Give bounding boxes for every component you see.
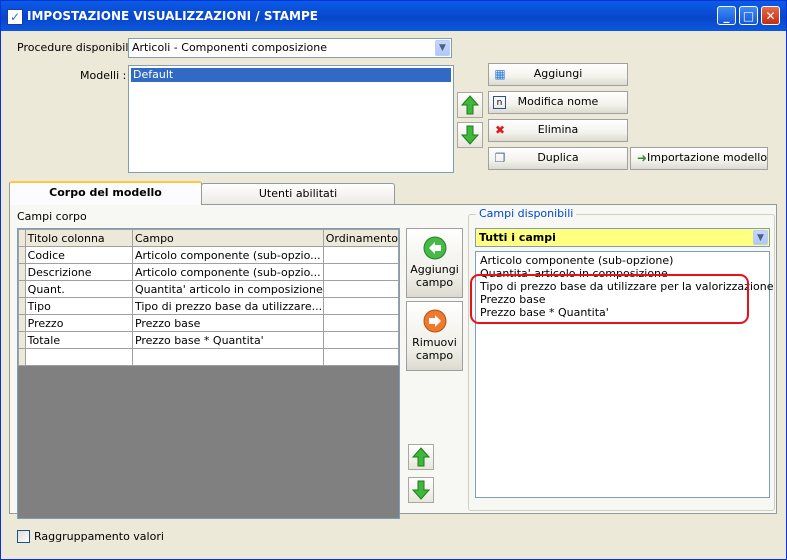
duplica-label: Duplica: [537, 151, 579, 164]
table-header-row: Titolo colonna Campo Ordinamento: [18, 229, 399, 247]
table-row[interactable]: Totale Prezzo base * Quantita': [18, 331, 399, 349]
campi-filter-value: Tutti i campi: [479, 231, 556, 244]
add-document-icon: ▦: [494, 67, 506, 81]
list-item[interactable]: Articolo componente (sub-opzione): [480, 254, 673, 267]
modelli-item-default[interactable]: Default: [131, 68, 451, 82]
row-selector[interactable]: [18, 331, 26, 349]
table-cell[interactable]: [24, 348, 133, 366]
table-cell[interactable]: [322, 314, 399, 332]
table-row-new[interactable]: [18, 348, 399, 366]
table-cell[interactable]: [322, 297, 399, 315]
campi-corpo-grid[interactable]: Titolo colonna Campo Ordinamento Codice …: [17, 228, 400, 519]
modelli-list[interactable]: Default: [128, 65, 454, 173]
column-header[interactable]: Campo: [131, 229, 324, 247]
raggruppamento-checkbox[interactable]: [17, 530, 30, 543]
rimuovi-campo-label-2: campo: [415, 349, 454, 362]
rimuovi-campo-label-1: Rimuovi: [412, 336, 457, 349]
table-cell[interactable]: [322, 348, 399, 366]
elimina-button[interactable]: ✖ Elimina: [488, 119, 628, 142]
import-icon: ➜: [636, 151, 648, 165]
table-cell[interactable]: Quant.: [24, 280, 133, 298]
arrow-up-icon: [461, 95, 479, 115]
table-cell[interactable]: Articolo componente (sub-opzio...: [131, 246, 324, 264]
red-highlight-annotation: [470, 274, 749, 324]
arrow-right-icon: [423, 309, 446, 333]
table-cell[interactable]: Tipo: [24, 297, 133, 315]
campi-corpo-table: Titolo colonna Campo Ordinamento Codice …: [18, 229, 399, 366]
elimina-label: Elimina: [537, 123, 579, 136]
move-field-down-button[interactable]: [408, 477, 434, 503]
table-cell[interactable]: Descrizione: [24, 263, 133, 281]
column-header[interactable]: Ordinamento: [322, 229, 399, 247]
table-cell[interactable]: [322, 263, 399, 281]
table-cell[interactable]: Totale: [24, 331, 133, 349]
importazione-modello-label: Importazione modello: [647, 151, 768, 164]
table-cell[interactable]: Quantita' articolo in composizione: [131, 280, 324, 298]
importazione-modello-button[interactable]: ➜ Importazione modello: [630, 147, 768, 170]
row-selector: [18, 229, 26, 247]
table-cell[interactable]: Articolo componente (sub-opzio...: [131, 263, 324, 281]
checkbox-app-icon: ✓: [7, 9, 23, 25]
column-header[interactable]: Titolo colonna: [24, 229, 133, 247]
arrow-left-icon: [423, 236, 446, 260]
rename-icon: n: [493, 96, 506, 109]
table-row[interactable]: Codice Articolo componente (sub-opzio...: [18, 246, 399, 264]
tab-corpo-del-modello[interactable]: Corpo del modello: [9, 181, 202, 205]
table-cell[interactable]: [322, 280, 399, 298]
procedure-select[interactable]: Articoli - Componenti composizione ▼: [128, 38, 452, 58]
title-bar: ✓ IMPOSTAZIONE VISUALIZZAZIONI / STAMPE …: [1, 1, 786, 31]
table-cell[interactable]: [322, 246, 399, 264]
row-selector[interactable]: [18, 280, 26, 298]
table-cell[interactable]: Tipo di prezzo base da utilizzare...: [131, 297, 324, 315]
modifica-nome-label: Modifica nome: [517, 95, 599, 108]
copy-icon: ❐: [494, 151, 506, 165]
aggiungi-label: Aggiungi: [533, 67, 583, 80]
maximize-button[interactable]: □: [739, 6, 758, 25]
table-cell[interactable]: Prezzo: [24, 314, 133, 332]
table-cell[interactable]: [322, 331, 399, 349]
main-window: ✓ IMPOSTAZIONE VISUALIZZAZIONI / STAMPE …: [0, 0, 787, 560]
move-field-up-button[interactable]: [408, 444, 434, 470]
campi-disponibili-label: Campi disponibili: [476, 207, 577, 220]
move-model-up-button[interactable]: [457, 92, 483, 118]
duplica-button[interactable]: ❐ Duplica: [488, 147, 628, 170]
chevron-down-icon[interactable]: ▼: [753, 230, 768, 245]
move-model-down-button[interactable]: [457, 122, 483, 148]
row-selector[interactable]: [18, 263, 26, 281]
raggruppamento-label: Raggruppamento valori: [34, 530, 164, 543]
procedure-label: Procedure disponibili :: [17, 41, 139, 54]
table-row[interactable]: Quant. Quantita' articolo in composizion…: [18, 280, 399, 298]
delete-icon: ✖: [494, 123, 506, 137]
row-selector[interactable]: [18, 348, 26, 366]
row-selector[interactable]: [18, 314, 26, 332]
window-title: IMPOSTAZIONE VISUALIZZAZIONI / STAMPE: [27, 9, 318, 23]
row-selector[interactable]: [18, 246, 26, 264]
modelli-label: Modelli :: [80, 69, 127, 82]
table-cell[interactable]: Prezzo base: [131, 314, 324, 332]
arrow-down-icon: [412, 480, 430, 500]
rimuovi-campo-button[interactable]: Rimuovi campo: [406, 301, 463, 371]
campi-filter-select[interactable]: Tutti i campi ▼: [475, 228, 770, 247]
row-selector[interactable]: [18, 297, 26, 315]
procedure-selected-value: Articoli - Componenti composizione: [132, 41, 327, 54]
aggiungi-button[interactable]: ▦ Aggiungi: [488, 63, 628, 86]
chevron-down-icon[interactable]: ▼: [435, 40, 450, 56]
table-row[interactable]: Prezzo Prezzo base: [18, 314, 399, 332]
table-row[interactable]: Tipo Tipo di prezzo base da utilizzare..…: [18, 297, 399, 315]
aggiungi-campo-button[interactable]: Aggiungi campo: [406, 228, 463, 298]
campi-corpo-label: Campi corpo: [17, 210, 87, 223]
table-cell[interactable]: Codice: [24, 246, 133, 264]
table-cell[interactable]: Prezzo base * Quantita': [131, 331, 324, 349]
aggiungi-campo-label-1: Aggiungi: [410, 263, 459, 276]
table-row[interactable]: Descrizione Articolo componente (sub-opz…: [18, 263, 399, 281]
modifica-nome-button[interactable]: n Modifica nome: [488, 91, 628, 114]
tab-utenti-abilitati[interactable]: Utenti abilitati: [201, 183, 395, 204]
arrow-up-icon: [412, 447, 430, 467]
minimize-button[interactable]: _: [717, 6, 736, 25]
table-cell[interactable]: [131, 348, 324, 366]
aggiungi-campo-label-2: campo: [415, 276, 454, 289]
arrow-down-icon: [461, 125, 479, 145]
close-button[interactable]: ✕: [761, 6, 780, 25]
